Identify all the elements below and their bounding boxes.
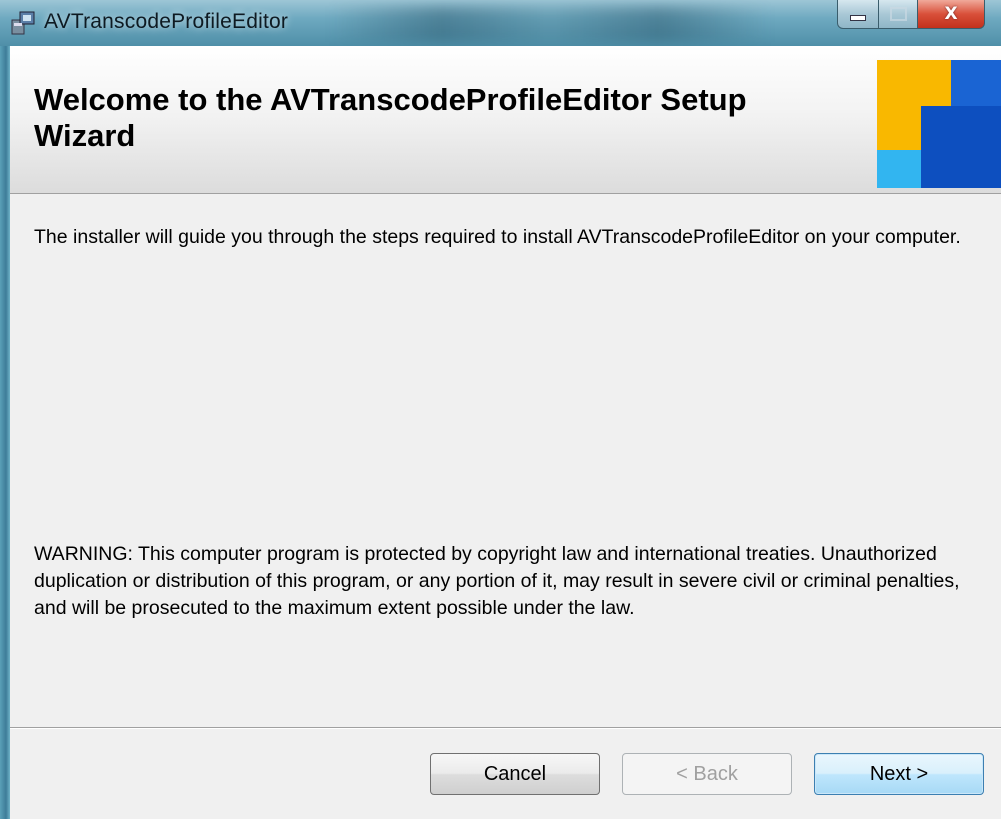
title-bar[interactable]: AVTranscodeProfileEditor X	[0, 0, 1001, 46]
next-button[interactable]: Next >	[814, 753, 984, 795]
close-button[interactable]: X	[918, 0, 985, 29]
close-icon: X	[944, 4, 958, 24]
installer-app-icon	[11, 11, 35, 35]
wizard-header: Welcome to the AVTranscodeProfileEditor …	[10, 46, 1001, 194]
back-button[interactable]: < Back	[622, 753, 792, 795]
maximize-button[interactable]	[879, 0, 918, 29]
installer-window: AVTranscodeProfileEditor X Welcome to th…	[0, 0, 1001, 819]
cancel-button[interactable]: Cancel	[430, 753, 600, 795]
page-title: Welcome to the AVTranscodeProfileEditor …	[34, 82, 747, 153]
copyright-warning: WARNING: This computer program is protec…	[34, 543, 960, 619]
installer-logo-icon	[877, 60, 1001, 188]
window-title: AVTranscodeProfileEditor	[44, 10, 289, 33]
wizard-client-area: Welcome to the AVTranscodeProfileEditor …	[10, 46, 1001, 819]
minimize-icon	[850, 15, 866, 21]
intro-text: The installer will guide you through the…	[34, 226, 961, 248]
footer-divider	[10, 727, 1001, 729]
caption-buttons: X	[837, 0, 985, 30]
minimize-button[interactable]	[837, 0, 879, 29]
maximize-icon	[889, 7, 907, 21]
